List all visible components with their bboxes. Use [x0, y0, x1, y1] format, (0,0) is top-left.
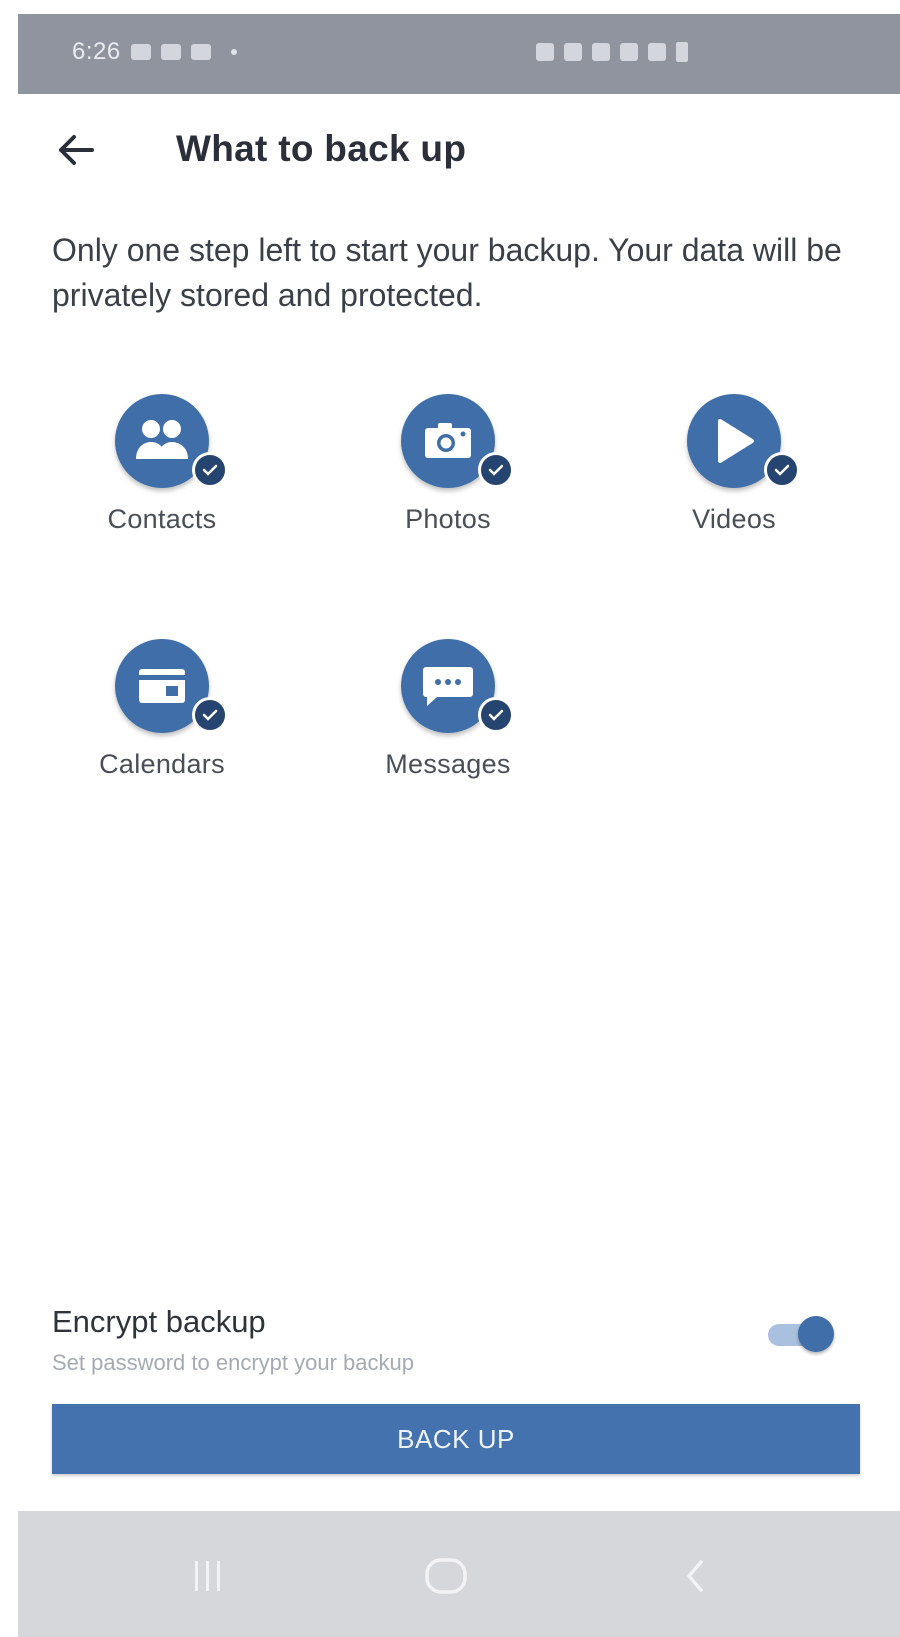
checkmark-icon — [478, 697, 514, 733]
recent-apps-icon — [195, 1561, 220, 1591]
encrypt-backup-row: Encrypt backup Set password to encrypt y… — [52, 1304, 882, 1384]
checkmark-icon — [192, 452, 228, 488]
checkmark-icon — [192, 697, 228, 733]
checkmark-icon — [478, 452, 514, 488]
page-title: What to back up — [176, 128, 467, 169]
backup-item-label: Contacts — [107, 504, 217, 534]
status-left: 6:26 — [72, 38, 237, 66]
notification-icon — [130, 44, 151, 60]
toggle-knob — [798, 1316, 834, 1352]
backup-item-videos[interactable]: Videos — [624, 394, 844, 554]
back-button[interactable] — [46, 120, 106, 180]
more-notifications-dot-icon — [230, 49, 237, 55]
backup-item-label: Videos — [692, 504, 776, 534]
app-header: What to back up — [18, 94, 900, 204]
battery-icon — [676, 42, 688, 62]
call-icon — [620, 43, 638, 61]
home-button[interactable] — [416, 1551, 476, 1601]
encrypt-title: Encrypt backup — [52, 1304, 266, 1339]
back-nav-icon — [687, 1560, 703, 1592]
wifi-icon — [592, 43, 610, 61]
notification-icon — [160, 44, 181, 60]
status-right — [536, 42, 688, 62]
back-nav-button[interactable] — [666, 1551, 726, 1601]
backup-item-calendars[interactable]: Calendars — [52, 639, 272, 799]
backup-item-label: Messages — [385, 749, 511, 779]
notification-icon — [190, 44, 211, 60]
intro-text: Only one step left to start your backup.… — [52, 232, 842, 313]
checkmark-icon — [764, 452, 800, 488]
back-up-button[interactable]: BACK UP — [52, 1404, 860, 1474]
home-icon — [425, 1558, 467, 1594]
backup-item-label: Photos — [405, 504, 491, 534]
alarm-icon — [536, 43, 554, 61]
encrypt-subtitle: Set password to encrypt your backup — [52, 1350, 414, 1375]
arrow-left-icon — [59, 135, 94, 165]
status-time: 6:26 — [72, 38, 121, 65]
app-screen: 6:26 What to back up Only one step left … — [18, 14, 900, 1637]
backup-item-photos[interactable]: Photos — [338, 394, 558, 554]
encrypt-toggle[interactable] — [768, 1314, 834, 1354]
nfc-icon — [564, 43, 582, 61]
backup-item-contacts[interactable]: Contacts — [52, 394, 272, 554]
backup-item-messages[interactable]: Messages — [338, 639, 558, 799]
recent-apps-button[interactable] — [178, 1551, 238, 1601]
navigation-bar — [18, 1511, 900, 1637]
backup-item-label: Calendars — [99, 749, 225, 779]
status-bar: 6:26 — [18, 14, 900, 94]
signal-icon — [648, 43, 666, 61]
